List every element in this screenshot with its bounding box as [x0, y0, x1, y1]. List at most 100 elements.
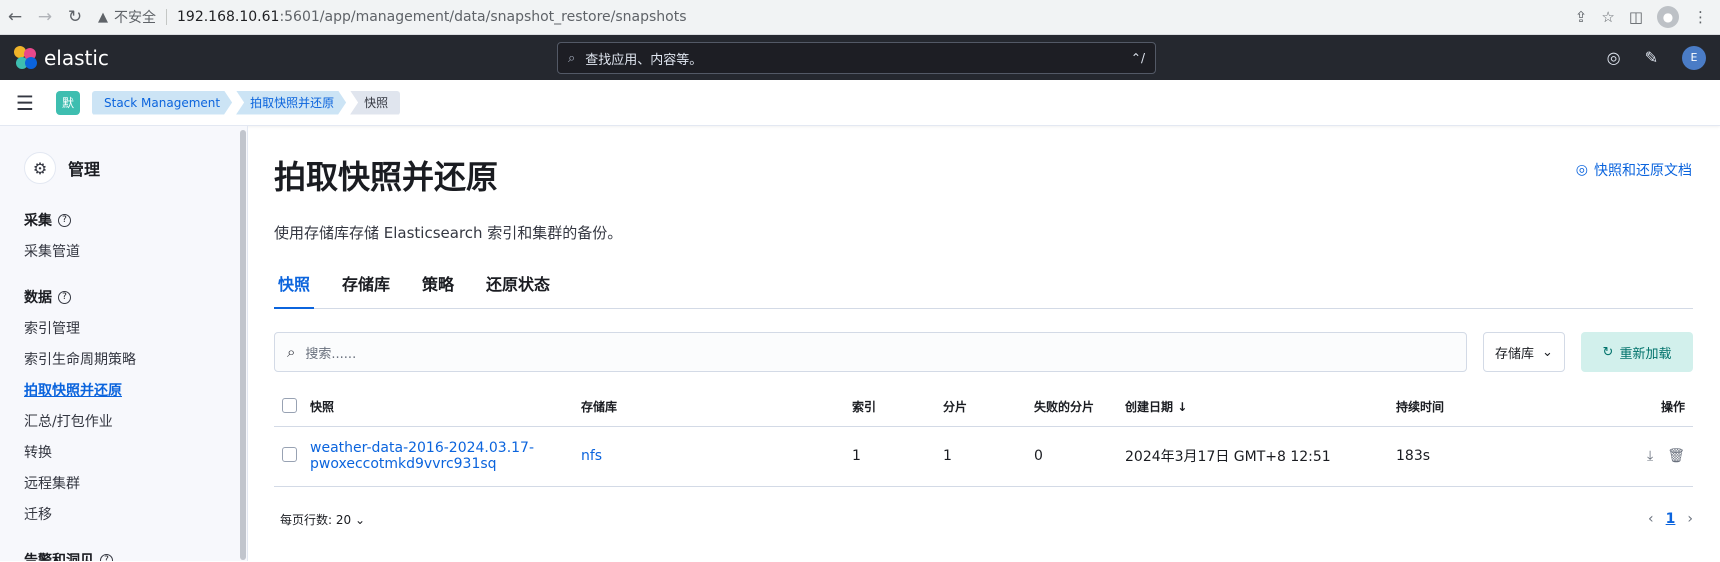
snapshot-name-line1: weather-data-2016-2024.03.17-: [310, 440, 535, 456]
page-number[interactable]: 1: [1666, 511, 1676, 527]
row-checkbox[interactable]: [282, 446, 297, 462]
reload-button[interactable]: ↻ 重新加载: [1581, 332, 1693, 372]
column-header-repository[interactable]: 存储库: [581, 388, 852, 427]
share-icon[interactable]: ⇪: [1575, 8, 1588, 26]
help-icon[interactable]: ?: [58, 290, 71, 304]
sidebar-heading-data: 数据: [24, 290, 52, 306]
sidebar-scrollbar[interactable]: [240, 130, 246, 560]
tab-repositories[interactable]: 存储库: [338, 273, 394, 309]
breadcrumb-stack-management[interactable]: Stack Management: [92, 91, 232, 115]
search-icon: ⌕: [287, 343, 296, 361]
breadcrumb-bar: ☰ 默 Stack Management 拍取快照并还原 快照: [0, 80, 1720, 126]
back-icon[interactable]: ←: [0, 7, 30, 27]
table-header-row: 快照 存储库 索引 分片 失败的分片 创建日期 ↓ 持续时间 操作: [274, 388, 1693, 427]
gear-icon: ⚙: [24, 152, 56, 184]
snapshot-name-link[interactable]: weather-data-2016-2024.03.17- pwoxeccotmk…: [310, 426, 581, 487]
help-icon[interactable]: ?: [58, 213, 71, 227]
created-date: 2024年3月17日 GMT+8 12:51: [1125, 426, 1396, 487]
address-bar[interactable]: ▲ 不安全 192.168.10.61:5601/app/management/…: [98, 7, 1575, 27]
sidebar-item-transforms[interactable]: 转换: [24, 442, 247, 462]
page-title: 拍取快照并还原: [274, 158, 499, 196]
rows-per-page-select[interactable]: 每页行数: 20 ⌄: [274, 511, 365, 528]
help-icon: ◎: [1575, 162, 1588, 178]
breadcrumb-snapshot-restore[interactable]: 拍取快照并还原: [236, 91, 346, 115]
column-header-duration[interactable]: 持续时间: [1396, 388, 1516, 427]
sidebar-item-migrate[interactable]: 迁移: [24, 504, 247, 524]
shards-count: 1: [943, 426, 1034, 487]
select-all-checkbox[interactable]: [282, 397, 297, 413]
column-header-failed-shards[interactable]: 失败的分片: [1034, 388, 1125, 427]
sidebar-heading-alerts: 告警和洞见: [24, 553, 94, 561]
repository-filter-button[interactable]: 存储库 ⌄: [1483, 332, 1565, 372]
reload-label: 重新加载: [1619, 346, 1672, 362]
divider: [166, 9, 167, 25]
column-header-indices[interactable]: 索引: [852, 388, 943, 427]
rows-per-page-label: 每页行数: 20: [280, 512, 352, 527]
sidebar-title: 管理: [68, 160, 101, 179]
app-header: elastic ⌕ 查找应用、内容等。 ⌃/ ◎ ✎ E: [0, 35, 1720, 80]
failed-shards-count: 0: [1034, 426, 1125, 487]
logo-text: elastic: [44, 45, 109, 70]
search-icon: ⌕: [568, 50, 576, 66]
next-page-icon[interactable]: ›: [1687, 511, 1693, 527]
repository-filter-label: 存储库: [1495, 346, 1535, 362]
user-avatar[interactable]: E: [1682, 45, 1706, 70]
help-icon[interactable]: ?: [100, 553, 113, 561]
page-description: 使用存储库存储 Elasticsearch 索引和集群的备份。: [274, 224, 623, 242]
main-content: 拍取快照并还原 ◎ 快照和还原文档 使用存储库存储 Elasticsearch …: [248, 126, 1720, 561]
sidebar-item-ilm-policies[interactable]: 索引生命周期策略: [24, 349, 247, 369]
reload-icon[interactable]: ↻: [60, 7, 90, 27]
forward-icon[interactable]: →: [30, 7, 60, 27]
tab-snapshots[interactable]: 快照: [274, 273, 315, 309]
chevron-down-icon: ⌄: [1542, 344, 1553, 360]
url-host: 192.168.10.61: [177, 9, 280, 25]
pagination: 每页行数: 20 ⌄ ‹ 1 ›: [274, 511, 1693, 528]
search-placeholder: 搜索......: [305, 346, 357, 362]
breadcrumb: Stack Management 拍取快照并还原 快照: [92, 90, 404, 115]
sidebar-icon[interactable]: ◫: [1629, 8, 1643, 26]
column-header-date-label: 创建日期: [1125, 400, 1174, 415]
menu-icon[interactable]: ⋮: [1693, 8, 1708, 26]
snapshot-search-input[interactable]: ⌕ 搜索......: [274, 332, 1467, 372]
chevron-down-icon: ⌄: [354, 512, 366, 527]
column-header-date[interactable]: 创建日期 ↓: [1125, 388, 1396, 427]
tab-policies[interactable]: 策略: [418, 273, 458, 309]
column-header-shards[interactable]: 分片: [943, 388, 1034, 427]
docs-link[interactable]: ◎ 快照和还原文档: [1576, 160, 1692, 180]
search-shortcut: ⌃/: [1130, 51, 1145, 65]
global-search-input[interactable]: ⌕ 查找应用、内容等。 ⌃/: [557, 42, 1156, 74]
breadcrumb-snapshots: 快照: [350, 90, 401, 115]
sidebar-heading-ingest: 采集: [24, 213, 52, 229]
repository-link[interactable]: nfs: [581, 426, 852, 487]
newsfeed-icon[interactable]: ✎: [1645, 48, 1658, 67]
profile-icon[interactable]: ●: [1657, 6, 1679, 28]
trash-icon[interactable]: 🗑: [1667, 448, 1685, 464]
sort-arrow-down-icon: ↓: [1177, 400, 1188, 415]
space-badge[interactable]: 默: [56, 90, 80, 115]
star-icon[interactable]: ☆: [1601, 8, 1614, 26]
prev-page-icon[interactable]: ‹: [1648, 511, 1654, 527]
column-header-snapshot[interactable]: 快照: [310, 388, 581, 427]
snapshot-name-line2: pwoxeccotmkd9vvrc931sq: [310, 456, 497, 472]
snapshots-table: 快照 存储库 索引 分片 失败的分片 创建日期 ↓ 持续时间 操作 weathe…: [274, 388, 1693, 487]
url-path: :5601/app/management/data/snapshot_resto…: [279, 9, 687, 25]
browser-toolbar: ← → ↻ ▲ 不安全 192.168.10.61:5601/app/manag…: [0, 0, 1720, 35]
sidebar-item-index-management[interactable]: 索引管理: [24, 318, 247, 338]
warning-icon: ▲: [98, 9, 108, 25]
tab-restore-status[interactable]: 还原状态: [482, 273, 554, 309]
search-placeholder: 查找应用、内容等。: [585, 52, 703, 68]
elastic-logo[interactable]: elastic: [14, 45, 109, 70]
restore-icon[interactable]: ⤓: [1647, 448, 1653, 464]
column-header-actions: 操作: [1516, 388, 1693, 427]
sidebar-item-ingest-pipelines[interactable]: 采集管道: [24, 241, 247, 261]
elastic-logo-icon: [14, 45, 38, 70]
insecure-label: 不安全: [114, 10, 156, 26]
refresh-icon: ↻: [1602, 344, 1614, 360]
sidebar-item-snapshot-restore[interactable]: 拍取快照并还原: [24, 380, 247, 400]
help-icon[interactable]: ◎: [1607, 48, 1621, 67]
hamburger-menu-icon[interactable]: ☰: [16, 91, 40, 115]
sidebar-item-remote-clusters[interactable]: 远程集群: [24, 473, 247, 493]
sidebar-item-rollup-jobs[interactable]: 汇总/打包作业: [24, 411, 247, 431]
duration: 183s: [1396, 426, 1516, 487]
tab-bar: 快照 存储库 策略 还原状态: [274, 273, 1693, 309]
